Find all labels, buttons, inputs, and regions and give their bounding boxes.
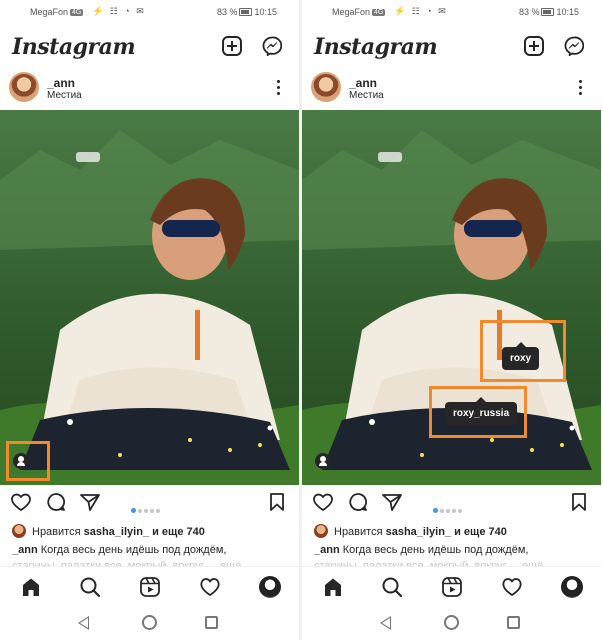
instagram-logo: Instagram [12, 34, 136, 60]
comment-icon[interactable] [45, 492, 67, 512]
search-icon[interactable] [381, 576, 403, 598]
activity-icon[interactable] [199, 576, 221, 598]
bottom-nav [302, 566, 601, 606]
recents-icon[interactable] [205, 616, 218, 629]
home-circle-icon[interactable] [142, 615, 157, 630]
carousel-dots [131, 500, 162, 518]
reels-icon[interactable] [139, 576, 161, 598]
heart-icon[interactable] [312, 492, 334, 512]
battery-percent: 83 % [518, 7, 540, 17]
post-location[interactable]: Местиа [47, 90, 82, 101]
post-header: _ann Местиа [0, 70, 299, 106]
post-username[interactable]: _ann [349, 76, 377, 90]
new-post-icon[interactable] [524, 36, 544, 56]
status-icons: ⚡ ☷ ◔ ✉ [92, 6, 146, 16]
back-icon[interactable] [78, 616, 89, 630]
home-circle-icon[interactable] [444, 615, 459, 630]
screen-right: MegaFon 4G ⚡ ☷ ◔ ✉ 83 % 10:15 Instagram _a… [302, 0, 601, 640]
person-tag-icon[interactable] [315, 453, 331, 469]
post-location[interactable]: Местиа [349, 90, 384, 101]
tag-roxy-russia-highlight [429, 386, 527, 438]
more-icon[interactable] [579, 80, 583, 96]
caption[interactable]: _ann Когда весь день идёшь под дождём, [12, 544, 293, 556]
recents-icon[interactable] [507, 616, 520, 629]
liker-avatar [314, 524, 328, 538]
battery-percent: 83 % [216, 7, 238, 17]
system-nav-bar [0, 606, 299, 640]
home-icon[interactable] [322, 576, 344, 598]
more-icon[interactable] [277, 80, 281, 96]
status-right: 83 % 10:15 [217, 7, 277, 17]
caption[interactable]: _ann Когда весь день идёшь под дождём, [314, 544, 595, 556]
post-actions [0, 490, 299, 516]
heart-icon[interactable] [10, 492, 32, 512]
share-icon[interactable] [79, 492, 101, 512]
new-post-icon[interactable] [222, 36, 242, 56]
photo-illustration [0, 110, 299, 485]
instagram-logo: Instagram [314, 34, 438, 60]
app-bar: Instagram [0, 28, 299, 66]
carrier-label: MegaFon 4G [332, 7, 386, 17]
post-username[interactable]: _ann [47, 76, 75, 90]
carrier-label: MegaFon 4G [30, 7, 84, 17]
avatar[interactable] [311, 72, 341, 102]
post-header: _ann Местиа [302, 70, 601, 106]
tag-roxy-highlight [480, 320, 566, 382]
bottom-nav [0, 566, 299, 606]
back-icon[interactable] [380, 616, 391, 630]
messenger-icon[interactable] [262, 36, 282, 56]
battery-icon [239, 8, 253, 16]
bookmark-icon[interactable] [570, 492, 588, 512]
comparison-stage: MegaFon 4G ⚡ ☷ ◔ ✉ 83 % 10:15 Instagram _a… [0, 0, 603, 640]
post-photo[interactable]: roxy roxy_russia [302, 110, 601, 485]
home-icon[interactable] [20, 576, 42, 598]
status-icons: ⚡ ☷ ◔ ✉ [394, 6, 448, 16]
clock: 10:15 [254, 7, 277, 17]
comment-icon[interactable] [347, 492, 369, 512]
likes-line[interactable]: Нравится sasha_ilyin_ и еще 740 [12, 524, 293, 538]
liker-avatar [12, 524, 26, 538]
activity-icon[interactable] [501, 576, 523, 598]
app-bar: Instagram [302, 28, 601, 66]
post-photo[interactable] [0, 110, 299, 485]
system-nav-bar [302, 606, 601, 640]
carousel-dots [433, 500, 464, 518]
reels-icon[interactable] [441, 576, 463, 598]
status-bar: MegaFon 4G ⚡ ☷ ◔ ✉ 83 % 10:15 [302, 0, 601, 24]
battery-icon [541, 8, 555, 16]
bookmark-icon[interactable] [268, 492, 286, 512]
post-actions [302, 490, 601, 516]
likes-line[interactable]: Нравится sasha_ilyin_ и еще 740 [314, 524, 595, 538]
status-right: 83 % 10:15 [519, 7, 579, 17]
clock: 10:15 [556, 7, 579, 17]
tag-badge-highlight [6, 441, 50, 481]
share-icon[interactable] [381, 492, 403, 512]
profile-avatar[interactable] [561, 576, 583, 598]
avatar[interactable] [9, 72, 39, 102]
search-icon[interactable] [79, 576, 101, 598]
status-bar: MegaFon 4G ⚡ ☷ ◔ ✉ 83 % 10:15 [0, 0, 299, 24]
messenger-icon[interactable] [564, 36, 584, 56]
profile-avatar[interactable] [259, 576, 281, 598]
screen-left: MegaFon 4G ⚡ ☷ ◔ ✉ 83 % 10:15 Instagram _a… [0, 0, 299, 640]
